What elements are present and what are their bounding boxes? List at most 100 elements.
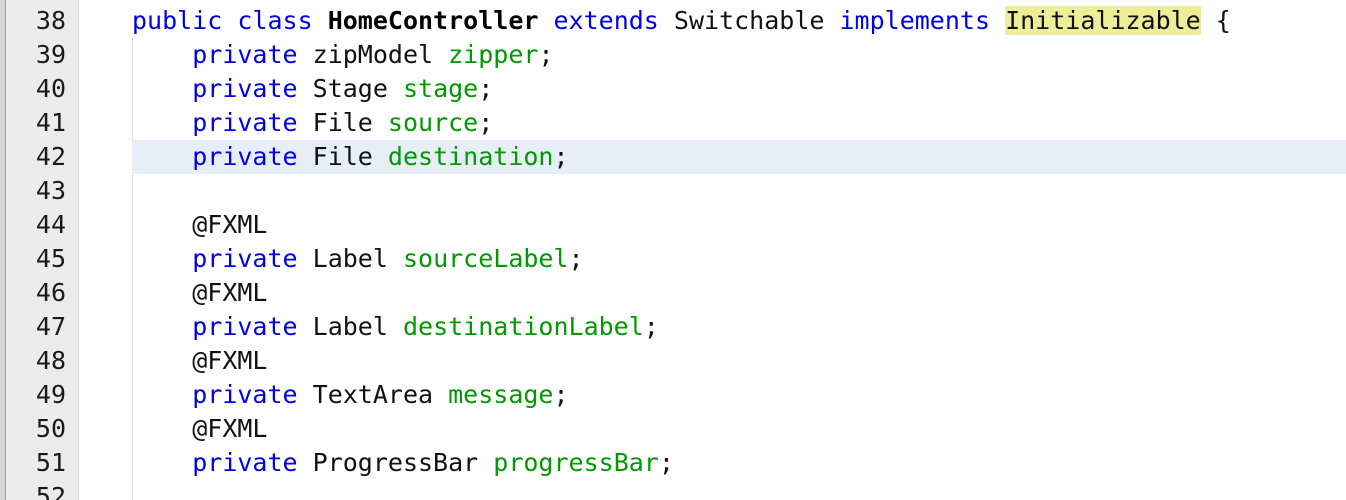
- keyword-token: private: [192, 244, 298, 273]
- code-text[interactable]: public class HomeController extends Swit…: [132, 4, 1231, 38]
- field-name-token: sourceLabel: [402, 244, 569, 273]
- line-number: 38: [35, 6, 66, 35]
- code-line[interactable]: 47 private Label destinationLabel;: [0, 310, 1346, 344]
- code-text[interactable]: @FXML: [132, 344, 267, 378]
- code-text[interactable]: private File destination;: [132, 140, 569, 174]
- annotation-token: @FXML: [192, 278, 268, 307]
- annotation-token: @FXML: [192, 346, 268, 375]
- keyword-token: private: [192, 108, 298, 137]
- type-name-token: ProgressBar: [312, 448, 479, 477]
- field-name-token: message: [448, 380, 554, 409]
- code-token: ;: [553, 380, 569, 409]
- code-editor[interactable]: 38 public class HomeController extends Sw…: [0, 0, 1346, 500]
- keyword-token: private: [192, 448, 298, 477]
- keyword-token: private: [192, 40, 298, 69]
- code-line[interactable]: 48 @FXML: [0, 344, 1346, 378]
- code-line[interactable]: 40 private Stage stage;: [0, 72, 1346, 106]
- type-name-token: TextArea: [312, 380, 434, 409]
- keyword-token: extends: [553, 6, 659, 35]
- code-token: ;: [553, 142, 569, 171]
- code-line[interactable]: 49 private TextArea message;: [0, 378, 1346, 412]
- code-line[interactable]: 39 private zipModel zipper;: [0, 38, 1346, 72]
- type-name-token: Stage: [312, 74, 388, 103]
- code-text[interactable]: private TextArea message;: [132, 378, 569, 412]
- code-text[interactable]: @FXML: [132, 208, 267, 242]
- code-line[interactable]: 41 private File source;: [0, 106, 1346, 140]
- type-name-token: zipModel: [312, 40, 434, 69]
- keyword-token: private: [192, 380, 298, 409]
- code-line[interactable]: 52: [0, 480, 1346, 500]
- code-line[interactable]: 38 public class HomeController extends Sw…: [0, 4, 1346, 38]
- code-token: ;: [478, 74, 494, 103]
- keyword-token: implements: [839, 6, 990, 35]
- code-line[interactable]: 50 @FXML: [0, 412, 1346, 446]
- code-token: ;: [478, 108, 494, 137]
- type-name-token: Switchable: [673, 6, 825, 35]
- keyword-token: private: [192, 312, 298, 341]
- code-text[interactable]: private Stage stage;: [132, 72, 493, 106]
- line-number: 50: [35, 414, 66, 443]
- line-number: 43: [35, 176, 66, 205]
- code-text[interactable]: private ProgressBar progressBar;: [132, 446, 674, 480]
- keyword-token: private: [192, 74, 298, 103]
- code-text[interactable]: @FXML: [132, 412, 267, 446]
- code-text[interactable]: private File source;: [132, 106, 493, 140]
- line-number: 49: [35, 380, 66, 409]
- code-line[interactable]: 44 @FXML: [0, 208, 1346, 242]
- type-name-token: File: [312, 142, 373, 171]
- code-token: ;: [568, 244, 584, 273]
- field-name-token: source: [387, 108, 479, 137]
- line-number: 42: [35, 142, 66, 171]
- keyword-token: class: [237, 6, 313, 35]
- code-line[interactable]: 51 private ProgressBar progressBar;: [0, 446, 1346, 480]
- type-name-token: Label: [312, 312, 388, 341]
- code-text[interactable]: private zipModel zipper;: [132, 38, 554, 72]
- annotation-token: @FXML: [192, 210, 268, 239]
- code-line[interactable]: 45 private Label sourceLabel;: [0, 242, 1346, 276]
- line-number: 40: [35, 74, 66, 103]
- line-number: 44: [35, 210, 66, 239]
- class-name-token: HomeController: [327, 6, 539, 35]
- highlighted-occurrence-token: Initializable: [1005, 6, 1201, 35]
- code-lines[interactable]: 38 public class HomeController extends Sw…: [0, 4, 1346, 500]
- code-text[interactable]: private Label sourceLabel;: [132, 242, 584, 276]
- keyword-token: public: [132, 6, 223, 35]
- code-token: ;: [538, 40, 554, 69]
- line-number: 41: [35, 108, 66, 137]
- type-name-token: File: [312, 108, 373, 137]
- line-number: 45: [35, 244, 66, 273]
- code-line[interactable]: 46 @FXML: [0, 276, 1346, 310]
- code-text[interactable]: @FXML: [132, 276, 267, 310]
- code-line[interactable]: 43: [0, 174, 1346, 208]
- code-line-current[interactable]: 42 private File destination;: [0, 140, 1346, 174]
- code-token: ;: [658, 448, 674, 477]
- code-text[interactable]: private Label destinationLabel;: [132, 310, 659, 344]
